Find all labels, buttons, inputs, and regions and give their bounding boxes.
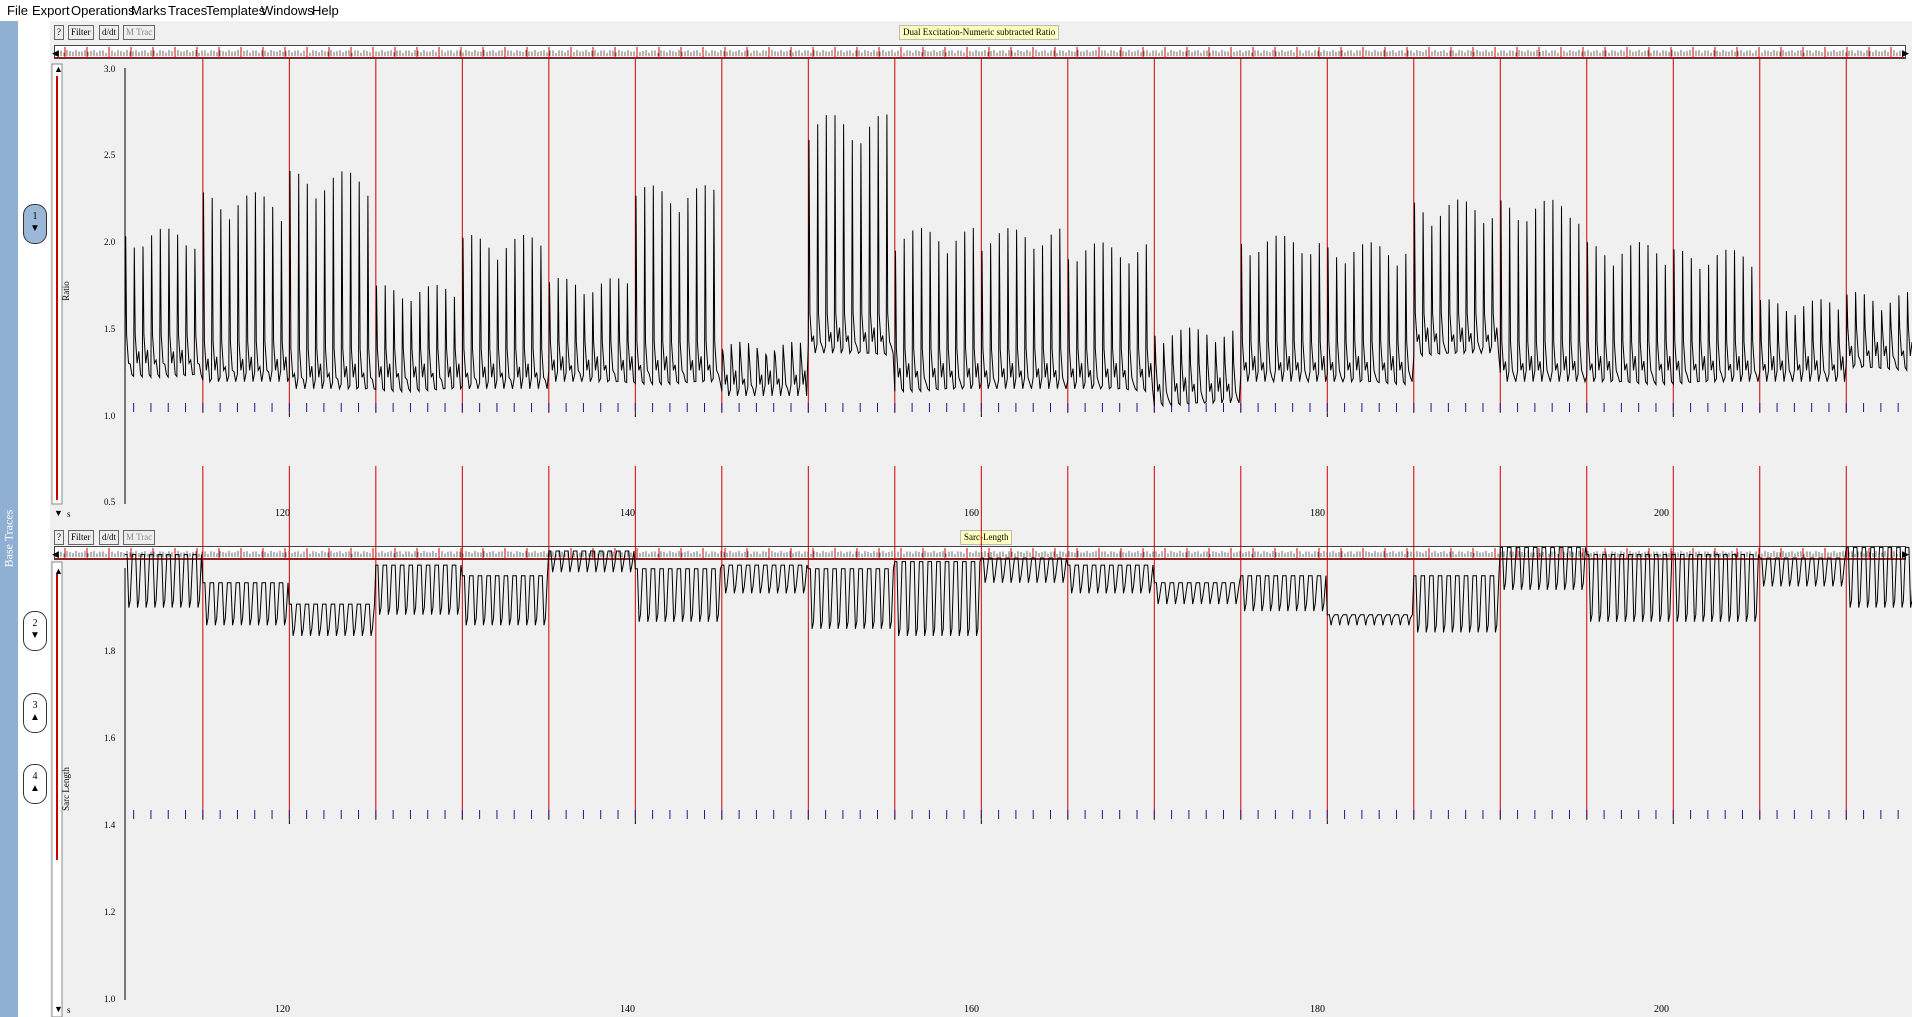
- overview-trace: [55, 47, 1905, 58]
- trace-tab-column: 1 ▼ 2 ▼ 3 ▲ 4 ▲: [18, 21, 50, 1017]
- y-tick-label: 1.4: [104, 820, 116, 830]
- y-tick-label: 3.0: [104, 64, 116, 74]
- scroll-up-icon[interactable]: ▲: [54, 64, 63, 74]
- y-tick-label: 1.2: [104, 907, 116, 917]
- scroll-down-icon[interactable]: ▼: [54, 508, 63, 518]
- overview-scrollbar[interactable]: [54, 546, 1906, 560]
- corner-label: s: [67, 1005, 71, 1015]
- trace-tab-3[interactable]: 3 ▲: [23, 693, 47, 733]
- chevron-down-icon: ▼: [30, 223, 40, 234]
- trace-tab-number: 2: [32, 618, 38, 629]
- x-tick-label: 180: [1310, 508, 1325, 519]
- corner-label: s: [67, 509, 71, 519]
- x-tick-label: 140: [620, 508, 635, 519]
- scroll-left-icon[interactable]: ◀: [52, 48, 59, 59]
- x-tick-label: 120: [275, 508, 290, 519]
- menu-bar: File Export Operations Marks Traces Temp…: [0, 0, 1912, 21]
- x-tick-label: 140: [620, 1004, 635, 1015]
- chevron-up-icon: ▲: [30, 783, 40, 794]
- y-tick-label: 0.5: [104, 497, 116, 507]
- panel-title: Dual Excitation-Numeric subtracted Ratio: [899, 25, 1060, 40]
- trace-tab-4[interactable]: 4 ▲: [23, 764, 47, 804]
- sarc-length-panel: ? Filter d/dt M Trac Sarc-Length: [50, 526, 1912, 1017]
- scroll-right-icon[interactable]: ▶: [1902, 48, 1909, 59]
- menu-templates[interactable]: Templates: [206, 3, 265, 18]
- y-tick-label: 1.0: [104, 411, 116, 421]
- overview-scrollbar[interactable]: [54, 45, 1906, 59]
- x-tick-label: 200: [1654, 508, 1669, 519]
- scroll-left-icon[interactable]: ◀: [52, 549, 59, 560]
- scroll-down-icon[interactable]: ▼: [54, 1004, 63, 1014]
- filter-button[interactable]: Filter: [68, 25, 94, 40]
- menu-operations[interactable]: Operations: [71, 3, 135, 18]
- panel-title-main: Dual Excitation-Numeric subtracted: [903, 27, 1034, 37]
- mtrac-button[interactable]: M Trac: [123, 530, 156, 545]
- y-tick-label: 1.6: [104, 733, 116, 743]
- help-button[interactable]: ?: [54, 25, 64, 40]
- menu-file[interactable]: File: [7, 3, 28, 18]
- trace-tab-1[interactable]: 1 ▼: [23, 204, 47, 244]
- chevron-down-icon: ▼: [30, 630, 40, 641]
- ratio-panel: ? Filter d/dt M Trac Dual Excitation-Num…: [50, 21, 1912, 526]
- menu-traces[interactable]: Traces: [168, 3, 207, 18]
- derivative-button[interactable]: d/dt: [99, 25, 120, 40]
- panel-title: Sarc-Length: [960, 530, 1013, 545]
- ratio-axis-label: Ratio: [60, 281, 71, 301]
- x-tick-label: 160: [964, 1004, 979, 1015]
- filter-button[interactable]: Filter: [68, 530, 94, 545]
- overview-trace: [55, 548, 1905, 559]
- scroll-right-icon[interactable]: ▶: [1902, 549, 1909, 560]
- y-tick-label: 1.5: [104, 324, 116, 334]
- trace-tab-number: 1: [32, 211, 38, 222]
- scroll-up-icon[interactable]: ▲: [54, 566, 63, 576]
- chevron-up-icon: ▲: [30, 712, 40, 723]
- x-tick-label: 160: [964, 508, 979, 519]
- base-traces-strip[interactable]: Base Traces: [0, 21, 18, 1017]
- menu-help[interactable]: Help: [312, 3, 339, 18]
- mtrac-button[interactable]: M Trac: [123, 25, 156, 40]
- derivative-button[interactable]: d/dt: [99, 530, 120, 545]
- y-tick-label: 2.5: [104, 150, 116, 160]
- sarc-length-axis-label: Sarc Length: [60, 767, 71, 811]
- menu-marks[interactable]: Marks: [131, 3, 166, 18]
- y-tick-label: 1.0: [104, 994, 116, 1004]
- trace-tab-number: 4: [32, 771, 38, 782]
- x-tick-label: 200: [1654, 1004, 1669, 1015]
- base-traces-label: Base Traces: [1, 509, 16, 568]
- trace-tab-2[interactable]: 2 ▼: [23, 611, 47, 651]
- y-tick-label: 2.0: [104, 237, 116, 247]
- trace-tab-number: 3: [32, 700, 38, 711]
- x-tick-label: 120: [275, 1004, 290, 1015]
- y-tick-label: 1.8: [104, 646, 116, 656]
- x-tick-label: 180: [1310, 1004, 1325, 1015]
- menu-export[interactable]: Export: [32, 3, 70, 18]
- panel-title-channel: Ratio: [1035, 27, 1056, 37]
- menu-windows[interactable]: Windows: [261, 3, 314, 18]
- help-button[interactable]: ?: [54, 530, 64, 545]
